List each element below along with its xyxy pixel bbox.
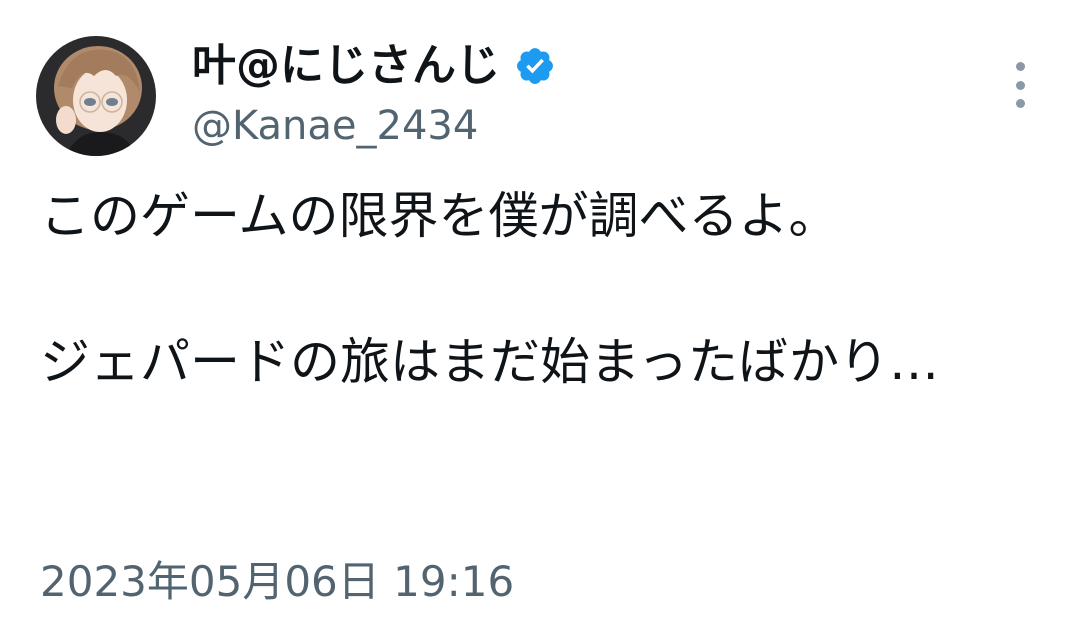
avatar-image <box>36 36 156 156</box>
more-dot <box>1015 99 1025 108</box>
author-name-row[interactable]: 叶@にじさんじ <box>192 36 556 96</box>
more-options-icon[interactable] <box>1004 62 1036 108</box>
tweet-text: このゲームの限界を僕が調べるよ。 ジェパードの旅はまだ始まったばかり… <box>40 187 939 391</box>
more-dot <box>1015 62 1025 71</box>
tweet-timestamp[interactable]: 2023年05月06日 19:16 <box>40 554 514 610</box>
more-dot <box>1015 80 1025 90</box>
author-display-name[interactable]: 叶@にじさんじ <box>192 36 500 96</box>
avatar[interactable] <box>36 36 156 156</box>
author-handle[interactable]: @Kanae_2434 <box>192 100 478 152</box>
verified-badge-icon <box>514 45 556 87</box>
